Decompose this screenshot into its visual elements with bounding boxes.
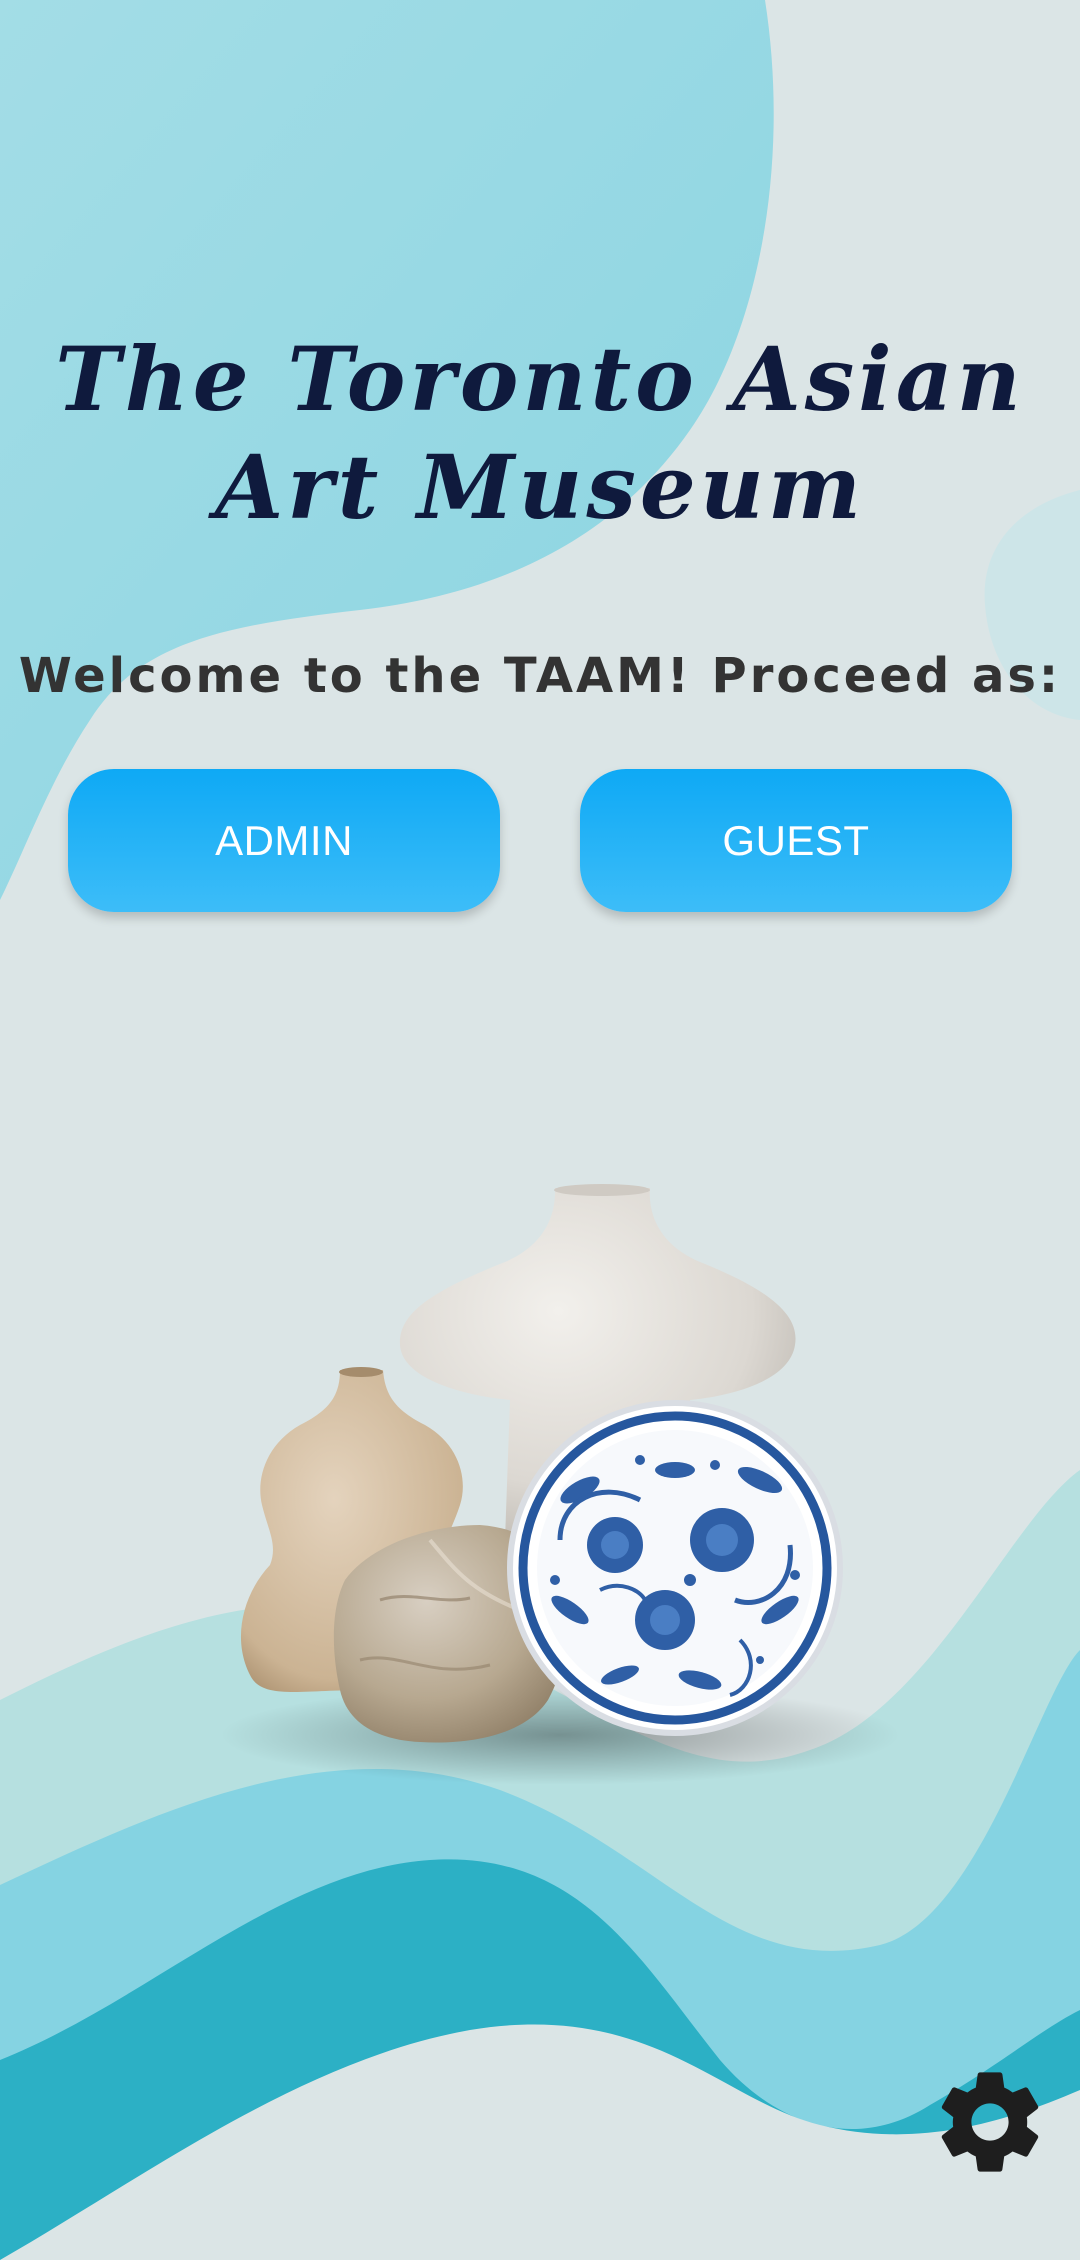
- settings-button[interactable]: [928, 2060, 1052, 2184]
- artwork-illustration: [220, 1184, 900, 1785]
- blue-white-plate: [507, 1400, 843, 1736]
- gear-icon: [941, 2072, 1039, 2172]
- artwork-shadow: [220, 1685, 900, 1785]
